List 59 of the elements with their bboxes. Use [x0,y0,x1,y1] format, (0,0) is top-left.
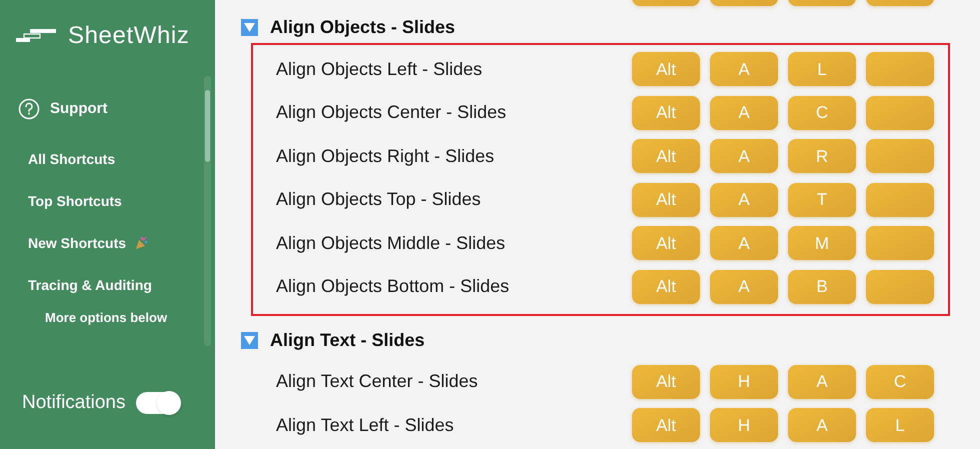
key-cap: A [710,182,778,217]
shortcut-name: Align Objects Bottom - Slides [276,275,510,298]
notifications-label: Notifications [22,391,126,415]
notifications-toggle[interactable] [136,392,180,414]
key-cap: Alt [632,364,700,399]
key-cap: H [710,364,778,399]
key-cap: Alt [632,408,700,442]
key-cap: A [710,270,778,304]
caret-icon [244,23,255,32]
party-icon [134,236,148,250]
key-cap: Alt [632,52,700,86]
key-cap: B [788,270,856,304]
key-cap [866,270,934,304]
caret-icon [244,336,255,345]
key-cap: H [710,408,778,442]
more-options-hint: More options below [45,308,168,327]
key-cap: Alt [632,182,700,217]
key-cap: A [710,139,778,174]
section-title: Align Text - Slides [270,328,425,352]
key-cap: C [788,96,856,130]
shortcut-name: Align Objects Middle - Slides [276,232,506,255]
key-cap: R [788,139,856,174]
key-cap: A [710,226,778,260]
expand-toggle[interactable] [241,19,258,36]
key-cap: C [866,364,934,399]
key-cap: L [788,52,856,86]
nav-item[interactable]: New Shortcuts [28,232,126,254]
key-cap [866,182,934,217]
shortcut-name: Align Text Center - Slides [276,370,478,394]
scrollbar[interactable] [204,76,211,346]
key-cap: T [788,182,856,217]
key-cap: Alt [632,226,700,260]
app-logo: SheetWhiz [68,21,190,51]
nav-item[interactable]: All Shortcuts [28,148,116,170]
key-cap: Alt [632,96,700,130]
section-title: Align Objects - Slides [270,16,456,40]
shortcut-name: Align Objects Center - Slides [276,101,506,124]
logo-icon [16,28,56,44]
nav-item[interactable]: Tracing & Auditing [28,274,152,296]
key-cap: L [866,408,934,442]
key-cap [866,52,934,86]
shortcut-name: Align Objects Left - Slides [276,58,482,81]
key-cap: Alt [632,270,700,304]
nav-item[interactable]: Top Shortcuts [28,190,122,212]
key-cap: Alt [632,139,700,174]
key-cap [866,96,934,130]
key-cap: A [788,408,856,442]
key-cap: A [788,364,856,399]
key-cap: A [710,52,778,86]
key-cap: M [788,226,856,260]
shortcut-name: Align Objects Top - Slides [276,188,481,212]
key-cap: A [710,96,778,130]
key-cap [866,226,934,260]
shortcut-name: Align Objects Right - Slides [276,144,494,168]
help-icon [18,98,40,120]
shortcut-name: Align Text Left - Slides [276,414,454,437]
support-link[interactable]: Support [50,98,108,120]
expand-toggle[interactable] [241,332,258,349]
key-cap [866,139,934,174]
